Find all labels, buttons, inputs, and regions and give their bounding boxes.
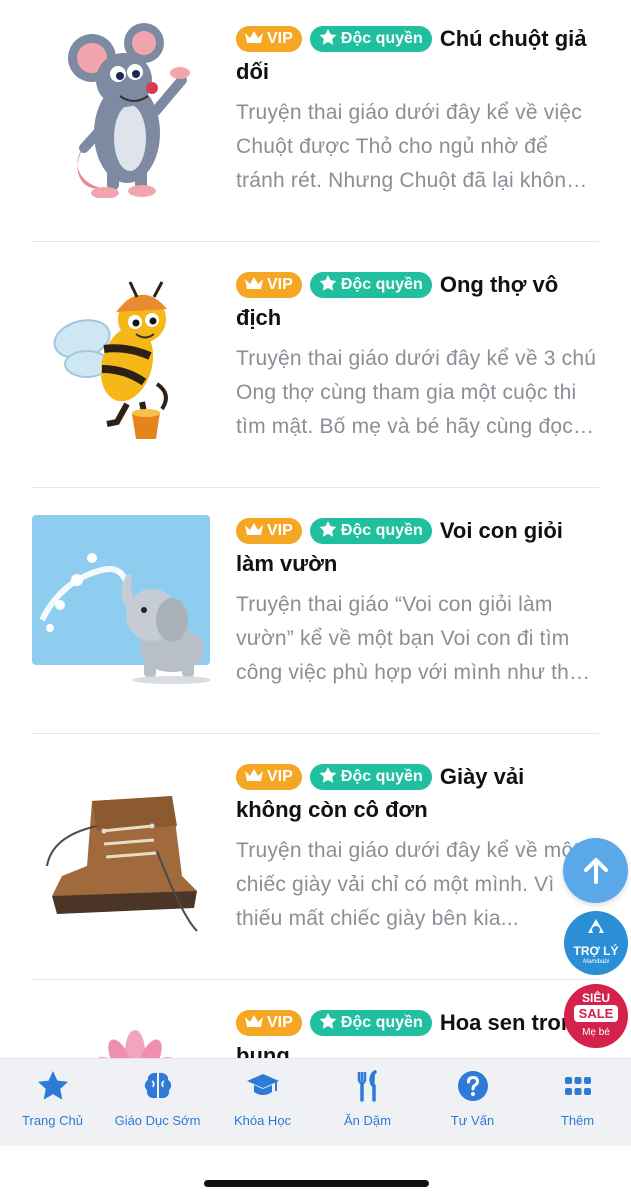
exclusive-badge: Độc quyền (309, 764, 432, 790)
vip-badge-label: VIP (267, 522, 293, 539)
vip-badge: VIP (236, 764, 302, 790)
vip-badge: VIP (236, 518, 302, 544)
crown-icon (245, 277, 263, 289)
graduation-cap-icon (246, 1074, 279, 1095)
crown-icon (245, 31, 263, 43)
boot-illustration-icon (32, 756, 210, 936)
story-title[interactable]: VIP Độc quyền Chú chuột giả dối (236, 22, 596, 88)
assistant-label: TRỢ LÝ (573, 944, 619, 958)
nav-label: Trang Chủ (22, 1113, 83, 1128)
story-description: Truyện thai giáo dưới đây kể về việc Chu… (236, 96, 598, 198)
vip-badge: VIP (236, 1010, 302, 1036)
exclusive-badge-label: Độc quyền (340, 522, 423, 539)
nav-label: Tư Vấn (450, 1113, 495, 1128)
arrow-up-icon (583, 857, 608, 884)
star-icon (37, 1071, 68, 1100)
sale-line3: Mẹ bé (582, 1027, 610, 1038)
question-icon (457, 1071, 488, 1101)
scroll-to-top-button[interactable] (563, 838, 628, 903)
nav-item-home[interactable]: Trang Chủ (0, 1059, 105, 1147)
crown-icon (245, 523, 263, 535)
grid-icon (564, 1077, 591, 1095)
nav-label: Ăn Dặm (344, 1113, 391, 1128)
star-icon (319, 521, 337, 537)
story-title[interactable]: VIP Độc quyền Ong thợ vô địch (236, 268, 596, 334)
nav-item-weaning[interactable]: Ăn Dặm (315, 1059, 420, 1147)
exclusive-badge-label: Độc quyền (340, 768, 423, 785)
exclusive-badge: Độc quyền (309, 518, 432, 544)
nav-item-consulting[interactable]: Tư Vấn (420, 1059, 525, 1147)
assistant-icon (588, 919, 604, 934)
nav-label: Khóa Học (233, 1113, 292, 1128)
nav-item-courses[interactable]: Khóa Học (210, 1059, 315, 1147)
story-item[interactable]: VIP Độc quyền Giày vải không còn cô đơn … (32, 734, 599, 980)
elephant-illustration-icon (32, 510, 210, 690)
vip-badge: VIP (236, 26, 302, 52)
bottom-navigation: Trang Chủ Giáo Dục Sớm Khóa Học Ăn Dặm T… (0, 1058, 631, 1146)
vip-badge-label: VIP (267, 30, 293, 47)
star-icon (319, 275, 337, 291)
nav-label: Giáo Dục Sớm (114, 1113, 201, 1128)
mouse-illustration-icon (32, 18, 210, 198)
assistant-brand: Mamibabi (582, 959, 609, 965)
home-indicator[interactable] (204, 1180, 429, 1187)
star-icon (319, 29, 337, 45)
home-indicator-area (0, 1146, 631, 1200)
story-item[interactable]: VIP Độc quyền Voi con giỏi làm vườn Truy… (32, 488, 599, 734)
story-list: VIP Độc quyền Chú chuột giả dối Truyện t… (0, 0, 631, 1058)
crown-icon (245, 1015, 263, 1027)
exclusive-badge-label: Độc quyền (340, 30, 423, 47)
sale-line1: SIÊU (581, 991, 610, 1005)
story-title[interactable]: VIP Độc quyền Voi con giỏi làm vườn (236, 514, 596, 580)
story-description: Truyện thai giáo dưới đây kể về 3 chú On… (236, 342, 598, 444)
utensils-icon (357, 1070, 377, 1102)
nav-label: Thêm (560, 1113, 595, 1128)
story-description-text: Truyện thai giáo dưới đây kể về một chiế… (236, 839, 580, 930)
exclusive-badge: Độc quyền (309, 272, 432, 298)
story-item[interactable]: VIP Độc quyền Hoa sen trong bụng (32, 980, 599, 1058)
bee-illustration-icon (32, 264, 210, 444)
story-title[interactable]: VIP Độc quyền Giày vải không còn cô đơn (236, 760, 596, 826)
story-item[interactable]: VIP Độc quyền Chú chuột giả dối Truyện t… (32, 0, 599, 242)
story-item[interactable]: VIP Độc quyền Ong thợ vô địch Truyện tha… (32, 242, 599, 488)
exclusive-badge: Độc quyền (309, 1010, 432, 1036)
crown-icon (245, 769, 263, 781)
vip-badge-label: VIP (267, 768, 293, 785)
star-icon (319, 1013, 337, 1029)
story-description-text: Truyện thai giáo dưới đây kể về việc Chu… (236, 101, 582, 192)
vip-badge-label: VIP (267, 1014, 293, 1031)
nav-item-early-education[interactable]: Giáo Dục Sớm (105, 1059, 210, 1147)
story-description-text: Truyện thai giáo dưới đây kể về 3 chú On… (236, 347, 597, 438)
story-description-text: Truyện thai giáo “Voi con giỏi làm vườn”… (236, 593, 581, 684)
super-sale-button[interactable]: SIÊU SALE Mẹ bé (564, 984, 628, 1048)
sale-line2: SALE (574, 1005, 618, 1022)
exclusive-badge-label: Độc quyền (340, 1014, 423, 1031)
brain-icon (144, 1072, 171, 1099)
vip-badge: VIP (236, 272, 302, 298)
vip-badge-label: VIP (267, 276, 293, 293)
exclusive-badge-label: Độc quyền (340, 276, 423, 293)
assistant-button[interactable]: TRỢ LÝ Mamibabi (564, 911, 628, 975)
story-description: Truyện thai giáo “Voi con giỏi làm vườn”… (236, 588, 598, 690)
nav-item-more[interactable]: Thêm (525, 1059, 630, 1147)
lotus-illustration-icon (32, 1002, 210, 1058)
star-icon (319, 767, 337, 783)
story-description: Truyện thai giáo dưới đây kể về một chiế… (236, 834, 598, 936)
exclusive-badge: Độc quyền (309, 26, 432, 52)
story-title[interactable]: VIP Độc quyền Hoa sen trong bụng (236, 1006, 596, 1058)
